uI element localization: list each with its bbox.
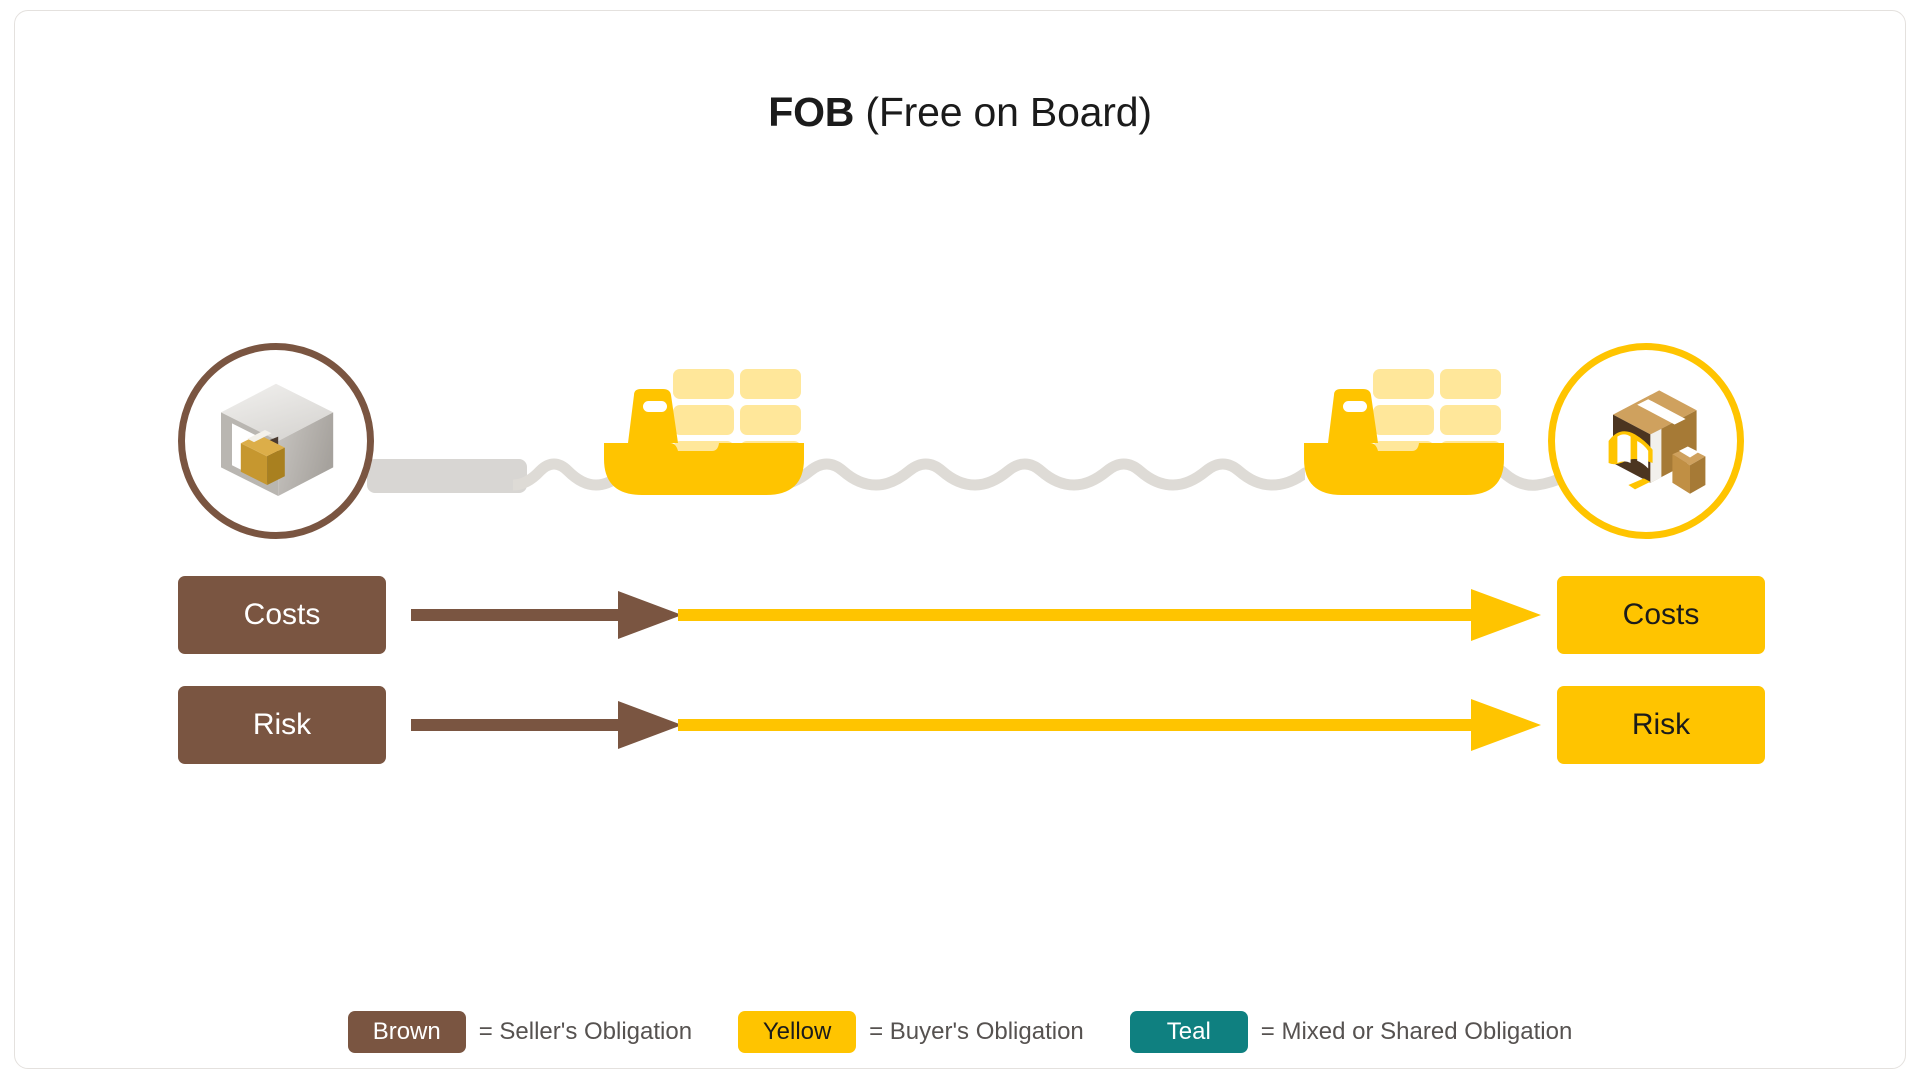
legend-chip-yellow-label: Yellow	[762, 1018, 832, 1045]
costs-seller-pill: Costs	[178, 576, 386, 654]
obligation-row-risk: Risk Risk	[15, 686, 1905, 764]
origin-node	[178, 343, 374, 539]
incoterm-diagram-card: FOB (Free on Board) Costs Costs Risk Ris…	[14, 10, 1906, 1069]
risk-buyer-label: Risk	[1631, 708, 1691, 741]
legend-text-brown: = Seller's Obligation	[478, 1018, 693, 1045]
costs-transfer-arrow	[411, 589, 1541, 641]
cargo-ship-icon	[1304, 369, 1504, 495]
incoterm-description: (Free on Board)	[865, 89, 1152, 135]
costs-buyer-label: Costs	[1622, 598, 1700, 631]
risk-transfer-arrow	[411, 699, 1541, 751]
shop-icon	[1608, 390, 1706, 494]
wave-line-icon	[777, 458, 1305, 491]
destination-node	[1548, 343, 1744, 539]
costs-seller-label: Costs	[243, 598, 321, 631]
legend-item-brown: Brown = Seller's Obligation	[347, 1011, 693, 1053]
legend-chip-teal-label: Teal	[1166, 1018, 1211, 1045]
warehouse-icon	[221, 383, 334, 496]
risk-buyer-pill: Risk	[1557, 686, 1765, 764]
legend-chip-brown: Brown	[347, 1011, 466, 1053]
legend-text-teal: = Mixed or Shared Obligation	[1260, 1018, 1573, 1045]
obligation-row-costs: Costs Costs	[15, 576, 1905, 654]
legend-chip-brown-label: Brown	[372, 1018, 441, 1045]
risk-seller-label: Risk	[252, 708, 312, 741]
risk-seller-pill: Risk	[178, 686, 386, 764]
legend-chip-teal: Teal	[1129, 1011, 1248, 1053]
legend-item-yellow: Yellow = Buyer's Obligation	[738, 1011, 1084, 1053]
page-title: FOB (Free on Board)	[15, 89, 1905, 136]
costs-buyer-pill: Costs	[1557, 576, 1765, 654]
legend: Brown = Seller's Obligation Yellow = Buy…	[15, 1011, 1905, 1053]
legend-chip-yellow: Yellow	[738, 1011, 857, 1053]
legend-text-yellow: = Buyer's Obligation	[869, 1018, 1084, 1045]
road-segment	[367, 459, 527, 493]
incoterm-code: FOB	[768, 89, 855, 135]
cargo-ship-icon	[604, 369, 804, 495]
legend-item-teal: Teal = Mixed or Shared Obligation	[1129, 1011, 1573, 1053]
shipment-journey	[15, 311, 1905, 571]
